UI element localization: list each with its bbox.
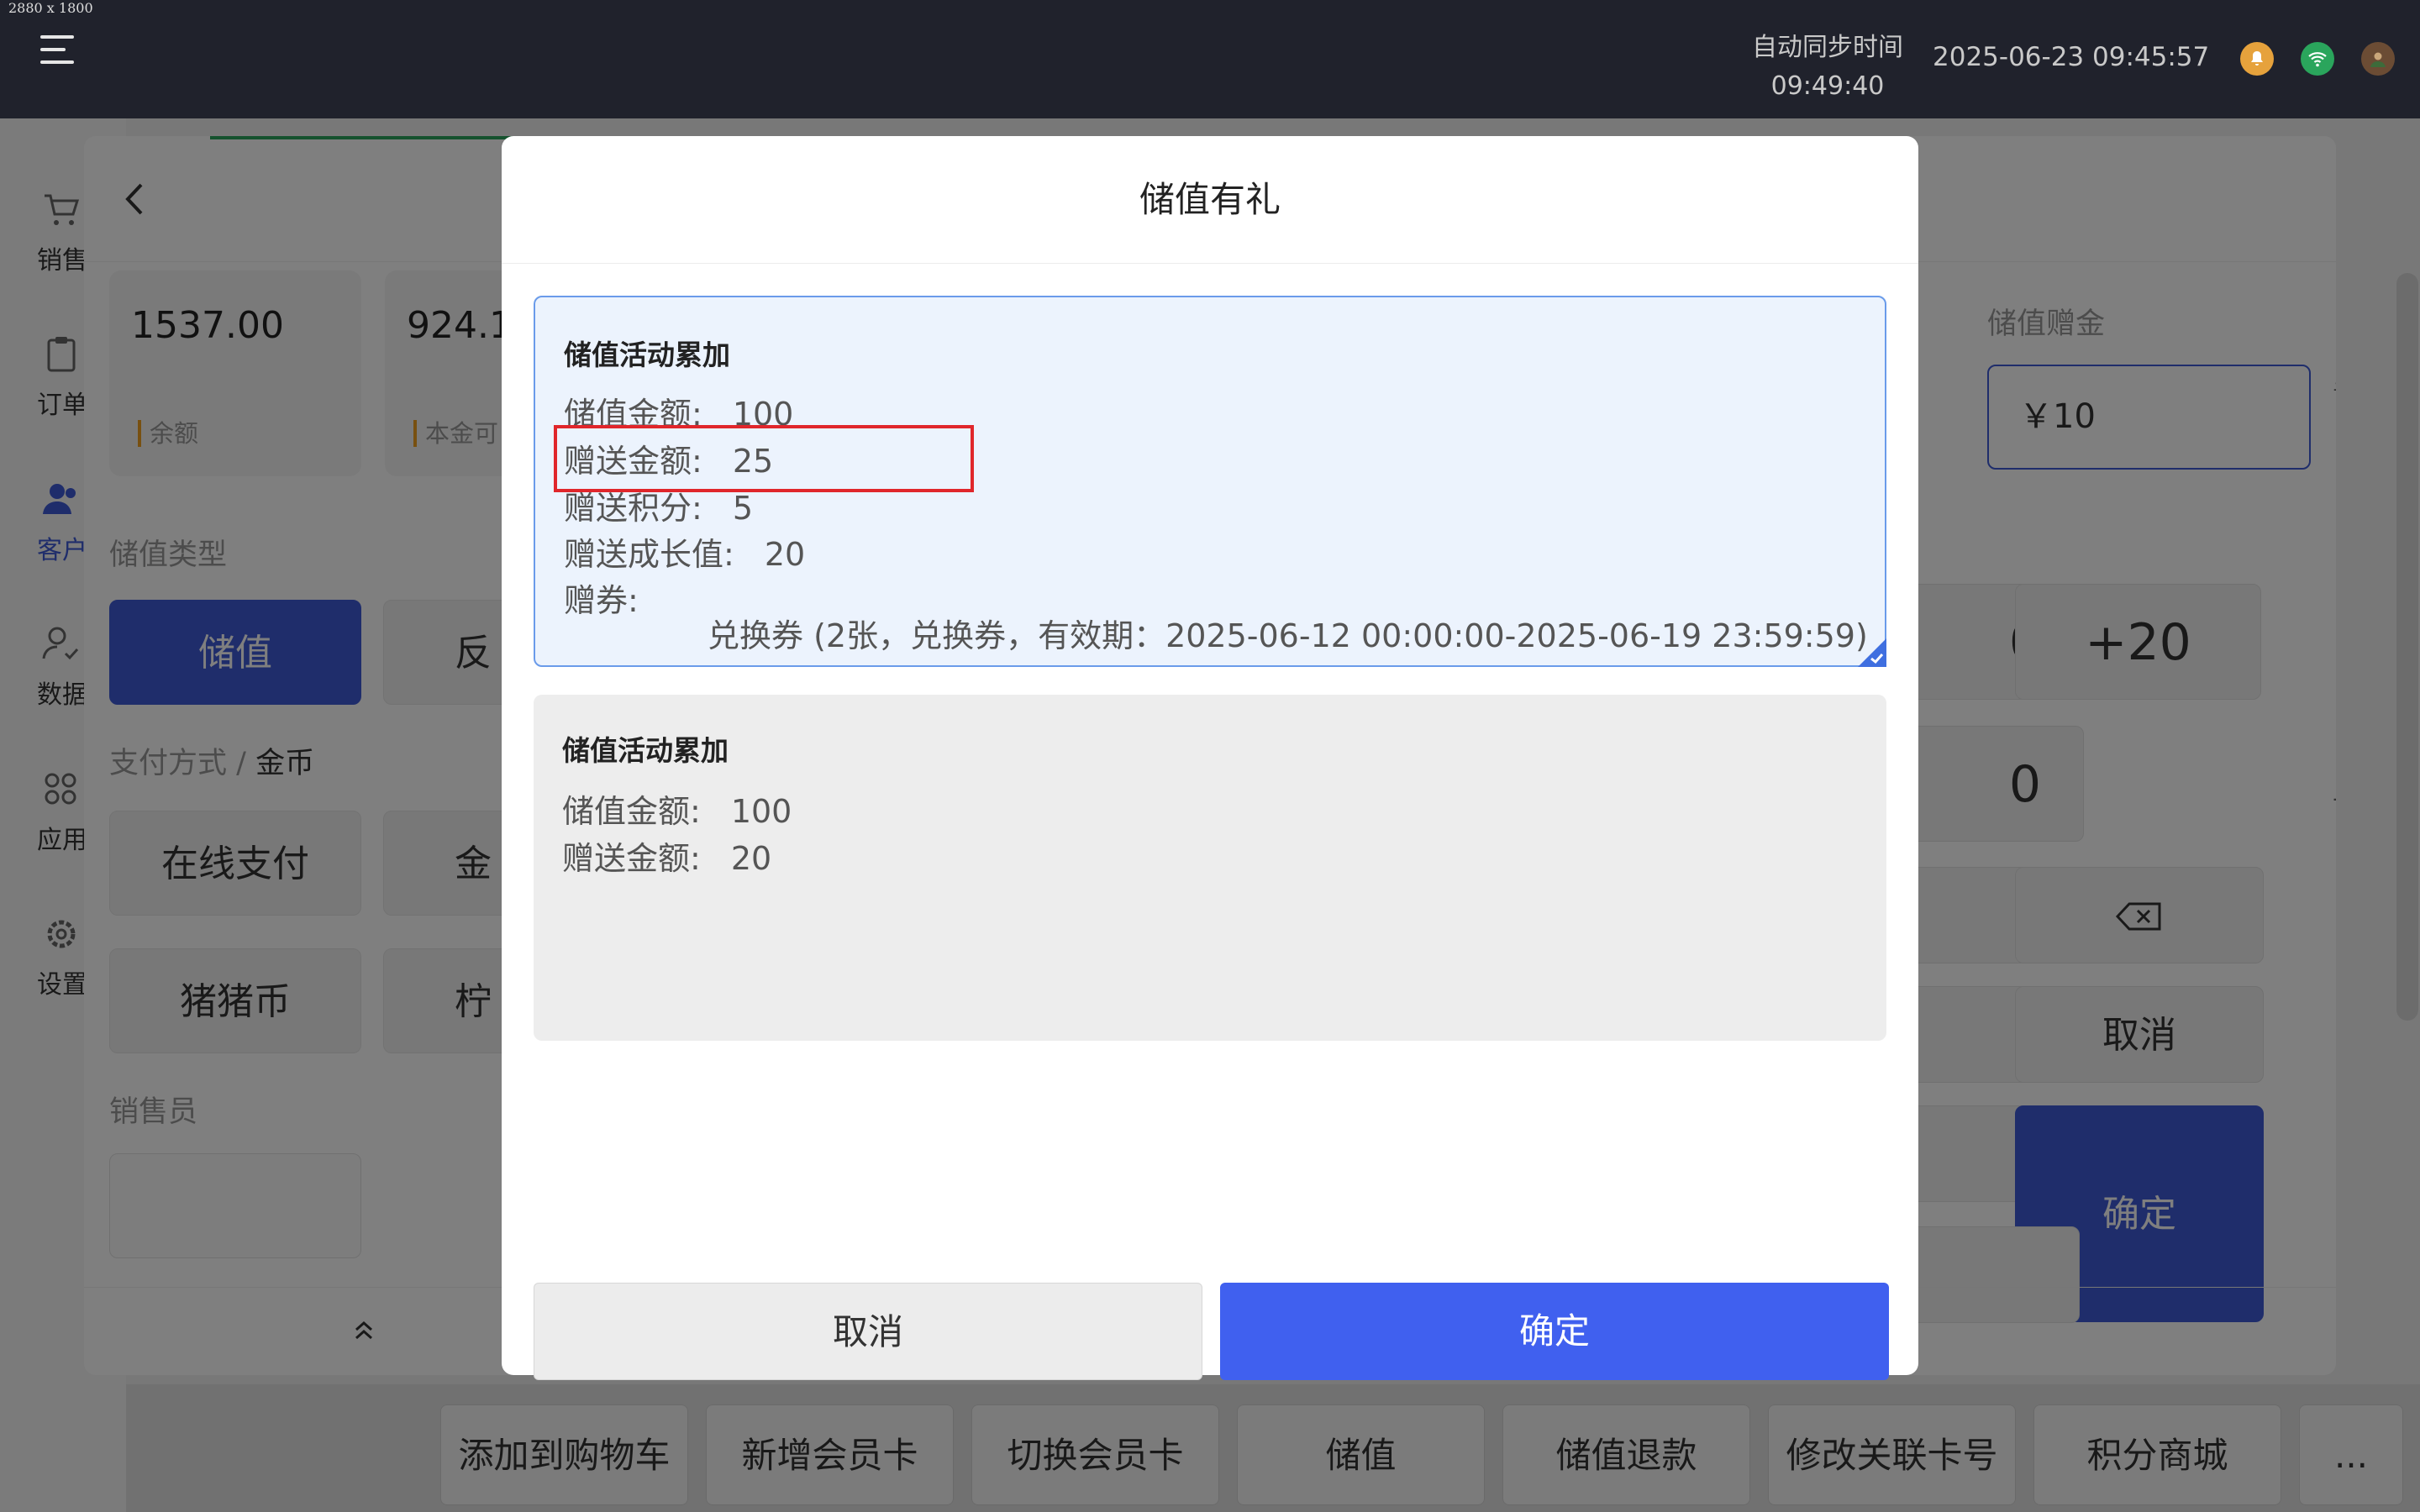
modal-cancel-button[interactable]: 取消 <box>534 1283 1202 1380</box>
bell-icon[interactable] <box>2240 42 2274 76</box>
coupon-label: 赠券: <box>564 582 639 619</box>
row-label: 赠送成长值: <box>564 536 734 573</box>
sync-info: 自动同步时间 09:49:40 <box>1739 29 1916 106</box>
row-label: 储值金额: <box>564 396 702 433</box>
user-avatar[interactable] <box>2361 42 2395 76</box>
row-label: 储值金额: <box>562 793 701 830</box>
row-value: 20 <box>764 536 806 573</box>
menu-icon[interactable] <box>40 35 74 64</box>
row-value: 100 <box>732 396 794 433</box>
top-bar: 自动同步时间 09:49:40 2025-06-23 09:45:57 <box>0 0 2420 118</box>
modal-title: 储值有礼 <box>502 136 1918 264</box>
activity-card[interactable]: 储值活动累加 储值金额: 100 赠送金额: 20 <box>534 695 1886 1041</box>
row-value: 25 <box>732 443 774 480</box>
activity-row-gift: 赠送金额: 25 <box>564 435 773 481</box>
coupon-text: 兑换券 (2张，兑换券，有效期：2025-06-12 00:00:00-2025… <box>708 617 1868 654</box>
activity-card-selected[interactable]: 储值活动累加 储值金额: 100 赠送金额: 25 赠送积分: 5 赠送成长值: 20 … <box>534 296 1886 667</box>
wifi-icon[interactable] <box>2301 42 2334 76</box>
row-label: 赠送金额: <box>562 840 701 877</box>
activity-row-gift: 赠送金额: 20 <box>562 832 771 879</box>
stored-value-gift-modal: 储值有礼 储值活动累加 储值金额: 100 赠送金额: 25 赠送积分: 5 赠送成长… <box>502 136 1918 1380</box>
activity-row-points: 赠送积分: 5 <box>564 482 753 528</box>
activity-row-amount: 储值金额: 100 <box>562 785 792 832</box>
row-value: 100 <box>730 793 792 830</box>
activity-row-growth: 赠送成长值: 20 <box>564 528 805 575</box>
activity-row-amount: 储值金额: 100 <box>564 388 793 434</box>
modal-confirm-button[interactable]: 确定 <box>1220 1283 1889 1380</box>
current-datetime: 2025-06-23 09:45:57 <box>1933 42 2210 72</box>
screen-size-tag: 2880 x 1800 <box>8 0 93 16</box>
row-value: 20 <box>730 840 772 877</box>
row-label: 赠送金额: <box>564 443 702 480</box>
activity-title: 储值活动累加 <box>562 734 729 767</box>
row-value: 5 <box>732 490 753 527</box>
row-label: 赠送积分: <box>564 490 702 527</box>
checkmark-icon <box>1858 638 1886 667</box>
sync-time: 09:49:40 <box>1770 71 1885 101</box>
sync-label: 自动同步时间 <box>1752 33 1903 62</box>
activity-title: 储值活动累加 <box>564 339 730 371</box>
